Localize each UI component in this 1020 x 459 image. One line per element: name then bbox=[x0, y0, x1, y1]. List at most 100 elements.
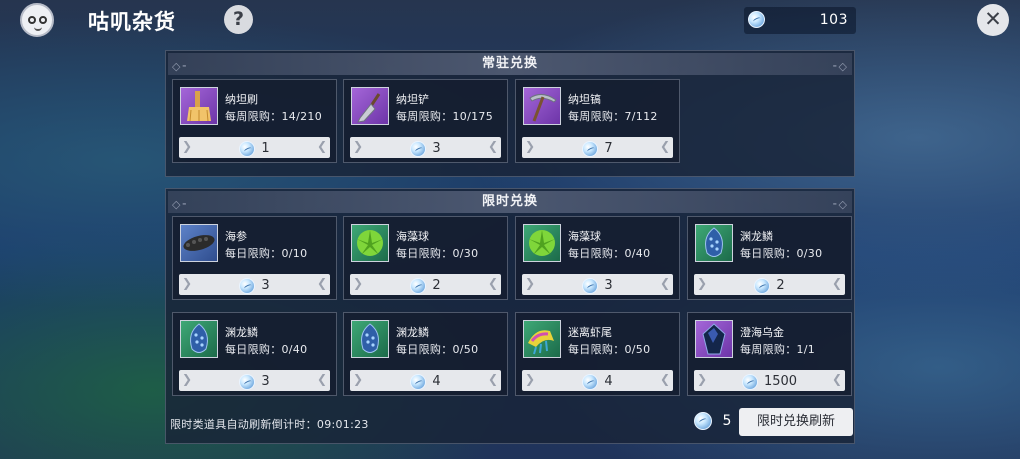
currency-display: 103 bbox=[744, 7, 856, 34]
price-value: 3 bbox=[261, 374, 270, 389]
item-name: 澄海乌金 bbox=[740, 326, 784, 339]
dragon-scale-icon bbox=[695, 224, 733, 262]
seaweed-ball-icon bbox=[523, 224, 561, 262]
pickaxe-icon bbox=[523, 87, 561, 125]
shop-item-card[interactable]: 渊龙鳞 每日限购：0/30 ❯ 2 ❮ bbox=[687, 216, 852, 300]
dark-gold-icon bbox=[695, 320, 733, 358]
limited-refresh-button[interactable]: 限时兑换刷新 bbox=[739, 408, 853, 436]
top-bar: 咕叽杂货 ? 103 ✕ bbox=[0, 0, 1020, 40]
shop-title: 咕叽杂货 bbox=[88, 10, 176, 34]
shop-item-card[interactable]: 澄海乌金每周限购：1/1 ❯ 1500 ❮ bbox=[687, 312, 852, 396]
purchase-limit: 每日限购：0/50 bbox=[568, 343, 651, 356]
shop-item-card[interactable]: 海藻球 每日限购：0/40 ❯ 3 ❮ bbox=[515, 216, 680, 300]
shop-item-card[interactable]: 迷离虾尾 每日限购：0/50 ❯ 4 ❮ bbox=[515, 312, 680, 396]
refresh-cost-amount: 5 bbox=[722, 413, 732, 429]
chevron-right-icon: ❮ bbox=[487, 139, 498, 153]
help-button[interactable]: ? bbox=[224, 5, 253, 34]
shop-item-card[interactable]: 纳坦铲 每周限购：10/175 ❯ 3 ❮ bbox=[343, 79, 508, 163]
price-button[interactable]: ❯ 4 ❮ bbox=[522, 370, 673, 391]
chevron-right-icon: ❮ bbox=[316, 139, 327, 153]
shop-item-card[interactable]: 纳坦镐 每周限购：7/112 ❯ 7 ❮ bbox=[515, 79, 680, 163]
price-value: 4 bbox=[432, 374, 441, 389]
shop-item-card[interactable]: 渊龙鳞 每日限购：0/50 ❯ 4 ❮ bbox=[343, 312, 508, 396]
shell-currency-icon bbox=[582, 373, 599, 390]
price-button[interactable]: ❯ 1 ❮ bbox=[179, 137, 330, 158]
shop-item-card[interactable]: 海参 每日限购：0/10 ❯ 3 ❮ bbox=[172, 216, 337, 300]
price-button[interactable]: ❯ 3 ❮ bbox=[522, 274, 673, 295]
price-button[interactable]: ❯ 2 ❮ bbox=[694, 274, 845, 295]
shell-currency-icon bbox=[582, 140, 599, 157]
trowel-icon bbox=[351, 87, 389, 125]
price-value: 3 bbox=[261, 278, 270, 293]
price-value: 2 bbox=[776, 278, 785, 293]
purchase-limit: 每周限购：7/112 bbox=[568, 110, 658, 123]
shell-currency-icon bbox=[748, 11, 765, 28]
sea-cucumber-icon bbox=[180, 224, 218, 262]
price-button[interactable]: ❯ 2 ❮ bbox=[350, 274, 501, 295]
close-button[interactable]: ✕ bbox=[977, 4, 1009, 36]
price-value: 1500 bbox=[763, 374, 798, 389]
shop-owner-avatar bbox=[20, 3, 54, 37]
price-value: 3 bbox=[604, 278, 613, 293]
purchase-limit: 每日限购：0/10 bbox=[225, 247, 308, 260]
price-button[interactable]: ❯ 3 ❮ bbox=[179, 274, 330, 295]
dragon-scale-icon bbox=[180, 320, 218, 358]
price-value: 4 bbox=[604, 374, 613, 389]
section-title: 常驻兑换 bbox=[481, 56, 538, 71]
item-name: 纳坦镐 bbox=[568, 93, 601, 106]
purchase-limit: 每日限购：0/30 bbox=[396, 247, 479, 260]
shell-currency-icon bbox=[239, 373, 256, 390]
price-button[interactable]: ❯ 4 ❮ bbox=[350, 370, 501, 391]
chevron-right-icon: ❮ bbox=[659, 139, 670, 153]
shell-currency-icon bbox=[239, 277, 256, 294]
chevron-right-icon: ❮ bbox=[659, 276, 670, 290]
ornament-right-icon: ⁃◇ bbox=[832, 60, 848, 73]
item-name: 迷离虾尾 bbox=[568, 326, 612, 339]
purchase-limit: 每日限购：0/50 bbox=[396, 343, 479, 356]
purchase-limit: 每日限购：0/40 bbox=[225, 343, 308, 356]
chevron-right-icon: ❮ bbox=[659, 372, 670, 386]
shrimp-tail-icon bbox=[523, 320, 561, 358]
ornament-left-icon: ◇⁃ bbox=[172, 198, 188, 211]
shell-currency-icon bbox=[239, 140, 256, 157]
price-button[interactable]: ❯ 3 ❮ bbox=[179, 370, 330, 391]
price-value: 2 bbox=[432, 278, 441, 293]
chevron-right-icon: ❮ bbox=[487, 276, 498, 290]
price-value: 3 bbox=[432, 141, 441, 156]
seaweed-ball-icon bbox=[351, 224, 389, 262]
section-title: 限时兑换 bbox=[481, 194, 538, 209]
shop-item-card[interactable]: 海藻球 每日限购：0/30 ❯ 2 ❮ bbox=[343, 216, 508, 300]
chevron-right-icon: ❮ bbox=[316, 372, 327, 386]
ornament-left-icon: ◇⁃ bbox=[172, 60, 188, 73]
chevron-right-icon: ❮ bbox=[487, 372, 498, 386]
shell-currency-icon bbox=[410, 140, 427, 157]
price-value: 7 bbox=[604, 141, 613, 156]
price-button[interactable]: ❯ 3 ❮ bbox=[350, 137, 501, 158]
brush-icon bbox=[180, 87, 218, 125]
refresh-cost: 5 bbox=[694, 412, 731, 430]
purchase-limit: 每周限购：10/175 bbox=[396, 110, 493, 123]
item-name: 海参 bbox=[225, 230, 247, 243]
purchase-limit: 每日限购：0/30 bbox=[740, 247, 823, 260]
item-name: 渊龙鳞 bbox=[225, 326, 258, 339]
currency-amount: 103 bbox=[819, 12, 848, 28]
shell-currency-icon bbox=[410, 373, 427, 390]
ornament-right-icon: ⁃◇ bbox=[832, 198, 848, 211]
purchase-limit: 每周限购：14/210 bbox=[225, 110, 322, 123]
shell-currency-icon bbox=[754, 277, 771, 294]
price-button[interactable]: ❯ 1500 ❮ bbox=[694, 370, 845, 391]
refresh-countdown: 限时类道具自动刷新倒计时：09:01:23 bbox=[170, 418, 369, 431]
shell-currency-icon bbox=[694, 412, 712, 430]
item-name: 渊龙鳞 bbox=[740, 230, 773, 243]
item-name: 渊龙鳞 bbox=[396, 326, 429, 339]
chevron-right-icon: ❮ bbox=[831, 276, 842, 290]
shop-item-card[interactable]: 纳坦刷 每周限购：14/210 ❯ 1 ❮ bbox=[172, 79, 337, 163]
item-name: 纳坦铲 bbox=[396, 93, 429, 106]
purchase-limit: 每周限购：1/1 bbox=[740, 343, 816, 356]
price-value: 1 bbox=[261, 141, 270, 156]
shell-currency-icon bbox=[741, 373, 758, 390]
shop-item-card[interactable]: 渊龙鳞 每日限购：0/40 ❯ 3 ❮ bbox=[172, 312, 337, 396]
purchase-limit: 每日限购：0/40 bbox=[568, 247, 651, 260]
chevron-right-icon: ❮ bbox=[316, 276, 327, 290]
price-button[interactable]: ❯ 7 ❮ bbox=[522, 137, 673, 158]
